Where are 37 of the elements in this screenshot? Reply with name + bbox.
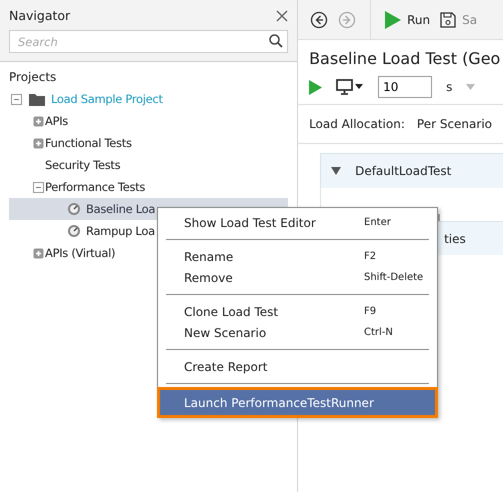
close-icon[interactable]: [276, 10, 288, 22]
expand-icon[interactable]: [32, 116, 44, 126]
tree-item[interactable]: Security Tests: [9, 154, 288, 176]
gauge-icon: [67, 224, 81, 238]
allocation-value[interactable]: Per Scenario: [416, 117, 492, 131]
panel-title: Navigator: [9, 8, 70, 23]
collapse-icon[interactable]: [10, 94, 22, 104]
tree-item[interactable]: APIs: [9, 110, 288, 132]
menu-item[interactable]: Create Report: [160, 356, 435, 377]
unit-label: s: [446, 80, 452, 94]
back-icon[interactable]: [310, 10, 328, 28]
tree-item[interactable]: Functional Tests: [9, 132, 288, 154]
expand-icon[interactable]: [32, 138, 44, 148]
menu-item[interactable]: Clone Load Test F9: [160, 301, 435, 322]
save-icon: [440, 12, 456, 28]
expand-icon[interactable]: [32, 248, 44, 258]
folder-icon: [29, 92, 45, 106]
menu-item[interactable]: Launch PerformanceTestRunner: [160, 390, 435, 415]
play-icon[interactable]: [309, 80, 322, 94]
search-field[interactable]: Search: [9, 30, 288, 53]
duration-field[interactable]: 10: [378, 76, 432, 98]
menu-item[interactable]: New Scenario Ctrl-N: [160, 322, 435, 343]
search-icon[interactable]: [269, 34, 284, 48]
scenario-name: DefaultLoadTest: [355, 164, 452, 178]
field-label: Load Allocation:: [309, 117, 405, 131]
menu-item[interactable]: Rename F2: [160, 246, 435, 267]
gauge-icon: [67, 202, 81, 216]
tree-heading: Projects: [9, 69, 58, 86]
tree-item[interactable]: Performance Tests: [9, 176, 288, 198]
run-button[interactable]: Run: [385, 10, 430, 28]
caret-icon[interactable]: [331, 167, 342, 175]
collapse-icon[interactable]: [32, 182, 44, 192]
section-title: ties: [444, 232, 466, 246]
monitor-dropdown-icon[interactable]: [336, 79, 364, 95]
menu-item[interactable]: Remove Shift-Delete: [160, 267, 435, 288]
editor-title: Baseline Load Test (Geo: [308, 48, 502, 68]
play-icon: [385, 10, 402, 28]
